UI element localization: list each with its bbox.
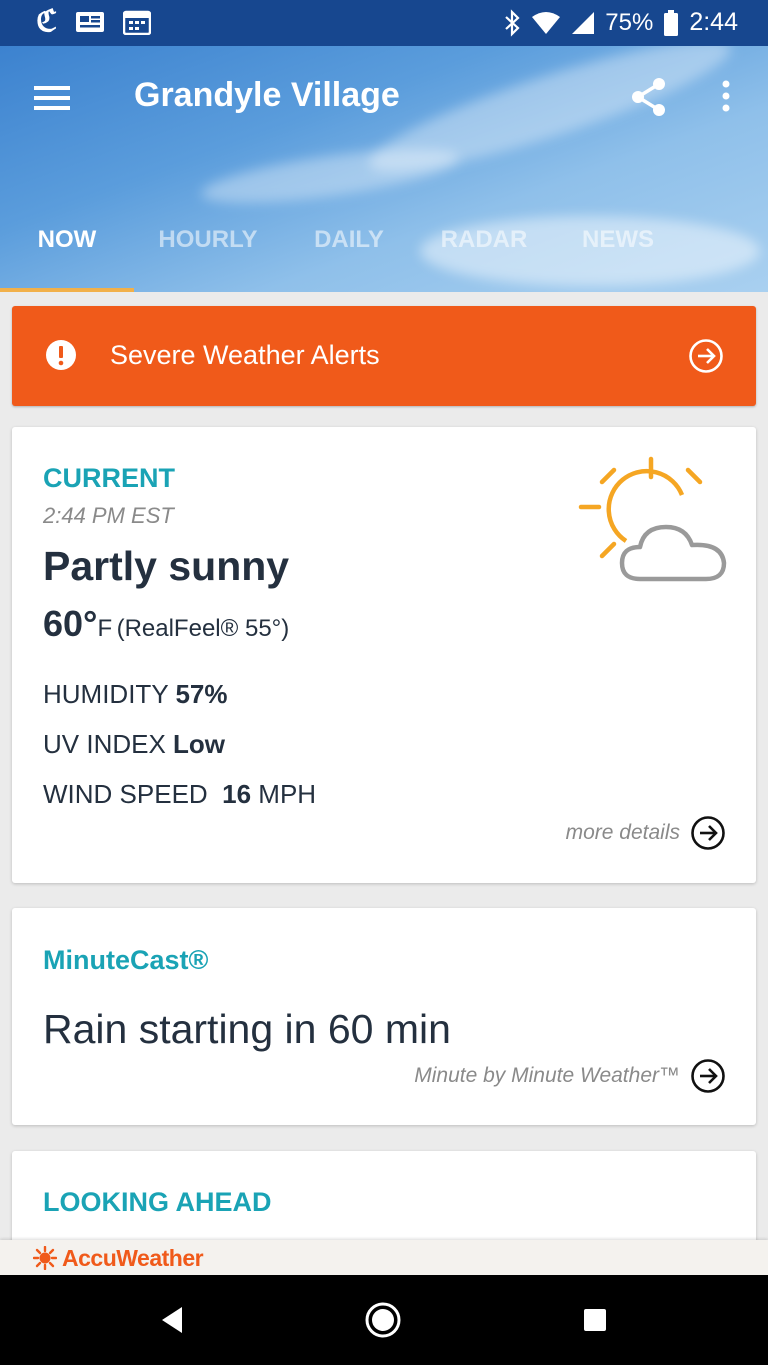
minutecast-card[interactable]: MinuteCast® Rain starting in 60 min Minu… — [12, 908, 756, 1125]
tab-hourly[interactable]: HOURLY — [140, 218, 276, 292]
current-heading: CURRENT — [43, 463, 175, 493]
minute-by-minute-link[interactable]: Minute by Minute Weather™ — [414, 1058, 726, 1094]
tab-daily[interactable]: DAILY — [290, 218, 408, 292]
home-icon[interactable] — [364, 1301, 402, 1339]
looking-ahead-heading: LOOKING AHEAD — [43, 1187, 272, 1217]
more-vert-icon[interactable] — [714, 78, 738, 114]
tab-news[interactable]: NEWS — [566, 218, 670, 292]
arrow-right-circle-icon — [691, 1059, 725, 1093]
temperature: 60°F (RealFeel® 55°) — [43, 603, 289, 645]
more-details-link[interactable]: more details — [566, 815, 726, 851]
clock: 2:44 — [689, 8, 738, 36]
share-icon[interactable] — [628, 76, 670, 118]
minute-by-minute-label: Minute by Minute Weather™ — [414, 1064, 680, 1087]
wind-speed-row: WIND SPEED 16 MPH — [43, 779, 316, 810]
tab-bar: NOW HOURLY DAILY RADAR NEWS — [0, 218, 768, 292]
back-icon[interactable] — [158, 1305, 186, 1335]
severe-weather-alert-banner[interactable]: Severe Weather Alerts — [12, 306, 756, 406]
wind-speed-unit: MPH — [258, 779, 317, 809]
tab-now[interactable]: NOW — [0, 218, 134, 292]
news-icon — [76, 12, 105, 32]
status-bar: ℭ 75% 2:44 — [0, 0, 768, 46]
alert-icon — [46, 340, 76, 370]
brand-bar: AccuWeather — [0, 1240, 768, 1275]
humidity-label: HUMIDITY — [43, 679, 169, 709]
tab-indicator — [0, 288, 134, 292]
nyt-icon: ℭ — [36, 4, 58, 39]
location-title: Grandyle Village — [134, 76, 400, 114]
minutecast-forecast: Rain starting in 60 min — [43, 1006, 451, 1052]
humidity-row: HUMIDITY 57% — [43, 679, 227, 710]
battery-percent: 75% — [605, 8, 654, 36]
arrow-right-circle-icon — [689, 339, 723, 373]
wind-speed-label: WIND SPEED — [43, 779, 208, 809]
uv-index-row: UV INDEX Low — [43, 729, 225, 760]
uv-index-value: Low — [173, 729, 226, 759]
temperature-unit: F — [97, 615, 113, 642]
wind-speed-value: 16 — [222, 779, 252, 809]
recent-apps-icon[interactable] — [583, 1308, 607, 1332]
humidity-value: 57% — [175, 679, 228, 709]
app-header: Grandyle Village NOW HOURLY DAILY RADAR … — [0, 46, 768, 292]
minutecast-heading: MinuteCast® — [43, 945, 209, 975]
current-conditions-card[interactable]: CURRENT 2:44 PM EST Partly sunny 60°F (R… — [12, 427, 756, 883]
signal-icon — [572, 11, 595, 34]
uv-index-label: UV INDEX — [43, 729, 166, 759]
realfeel: (RealFeel® 55°) — [116, 615, 290, 642]
battery-icon — [664, 9, 679, 36]
bluetooth-icon — [505, 8, 520, 37]
more-details-label: more details — [565, 821, 680, 844]
arrow-right-circle-icon — [691, 816, 725, 850]
observation-time: 2:44 PM EST — [43, 503, 174, 528]
weather-condition: Partly sunny — [43, 543, 290, 589]
temperature-value: 60° — [43, 603, 98, 644]
partly-sunny-icon — [578, 456, 727, 582]
tab-radar[interactable]: RADAR — [424, 218, 544, 292]
menu-icon[interactable] — [32, 82, 72, 114]
alert-label: Severe Weather Alerts — [110, 340, 380, 370]
wifi-icon — [532, 11, 561, 34]
system-nav-bar — [0, 1275, 768, 1365]
brand-name: AccuWeather — [62, 1245, 204, 1271]
calendar-icon — [123, 10, 152, 35]
accuweather-sun-icon — [33, 1246, 57, 1270]
